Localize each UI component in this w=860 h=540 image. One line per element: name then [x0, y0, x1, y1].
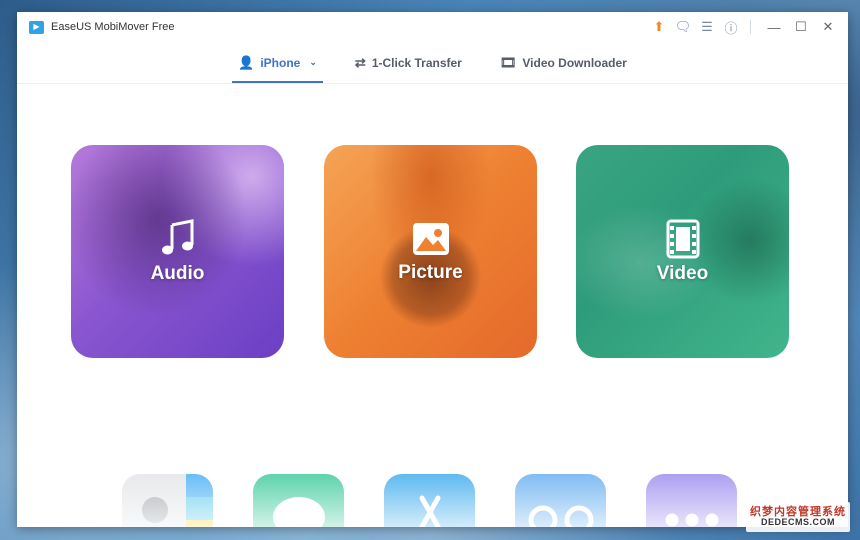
upgrade-arrow-icon[interactable]: ⬆: [648, 16, 670, 38]
more-tile[interactable]: [646, 474, 737, 527]
audio-label: Audio: [150, 262, 205, 284]
close-button[interactable]: ✕: [816, 16, 840, 38]
feedback-icon[interactable]: 🗨: [672, 16, 694, 38]
transfer-arrows-icon: ⇄: [354, 54, 366, 70]
video-card[interactable]: Video: [576, 145, 789, 358]
messages-tile[interactable]: [253, 474, 344, 527]
minimize-button[interactable]: —: [762, 16, 786, 38]
music-note-icon: [158, 218, 198, 259]
film-icon: [666, 219, 700, 259]
contacts-tile[interactable]: [122, 474, 213, 527]
main-content: Audio Picture Video: [17, 84, 848, 527]
menu-icon[interactable]: ☰: [696, 16, 718, 38]
image-icon: [411, 220, 451, 258]
tab-1-click-transfer-label: 1-Click Transfer: [371, 55, 462, 70]
tab-1-click-transfer[interactable]: ⇄ 1-Click Transfer: [351, 42, 466, 83]
contacts-icon: [122, 474, 213, 527]
app-row: [17, 474, 848, 527]
category-row: Audio Picture Video: [17, 145, 848, 359]
info-icon[interactable]: ⓘ: [720, 16, 742, 38]
picture-card[interactable]: Picture: [324, 145, 537, 358]
chevron-down-icon[interactable]: ⌄: [309, 57, 317, 68]
person-icon: 👤: [238, 54, 255, 70]
maximize-button[interactable]: ☐: [789, 16, 813, 38]
title-bar: ▶ EaseUS MobiMover Free ⬆ 🗨 ☰ ⓘ — ☐ ✕: [17, 12, 848, 42]
voicemail-tile[interactable]: [515, 474, 606, 527]
more-icon: [665, 513, 718, 526]
picture-label: Picture: [398, 261, 463, 283]
tab-iphone[interactable]: 👤 iPhone ⌄: [232, 42, 323, 83]
apps-tile[interactable]: [384, 474, 475, 527]
audio-card[interactable]: Audio: [71, 145, 284, 358]
tab-iphone-label: iPhone: [260, 55, 301, 70]
window-title: EaseUS MobiMover Free: [51, 21, 175, 33]
messages-icon: [272, 496, 325, 527]
video-label: Video: [656, 262, 709, 284]
tab-video-downloader[interactable]: 🎞 Video Downloader: [496, 42, 631, 83]
tab-video-downloader-label: Video Downloader: [522, 55, 627, 70]
video-download-icon: 🎞: [499, 54, 517, 70]
titlebar-divider: [750, 20, 751, 34]
main-nav: 👤 iPhone ⌄ ⇄ 1-Click Transfer 🎞 Video Do…: [17, 42, 848, 84]
watermark-line2: DEDECMS.COM: [760, 517, 835, 528]
app-store-icon: [418, 495, 441, 527]
app-window: ▶ EaseUS MobiMover Free ⬆ 🗨 ☰ ⓘ — ☐ ✕ 👤 …: [17, 12, 848, 527]
watermark: 织梦内容管理系统 DEDECMS.COM: [746, 502, 850, 532]
app-logo-icon: ▶: [29, 20, 44, 34]
voicemail-icon: [528, 505, 593, 527]
